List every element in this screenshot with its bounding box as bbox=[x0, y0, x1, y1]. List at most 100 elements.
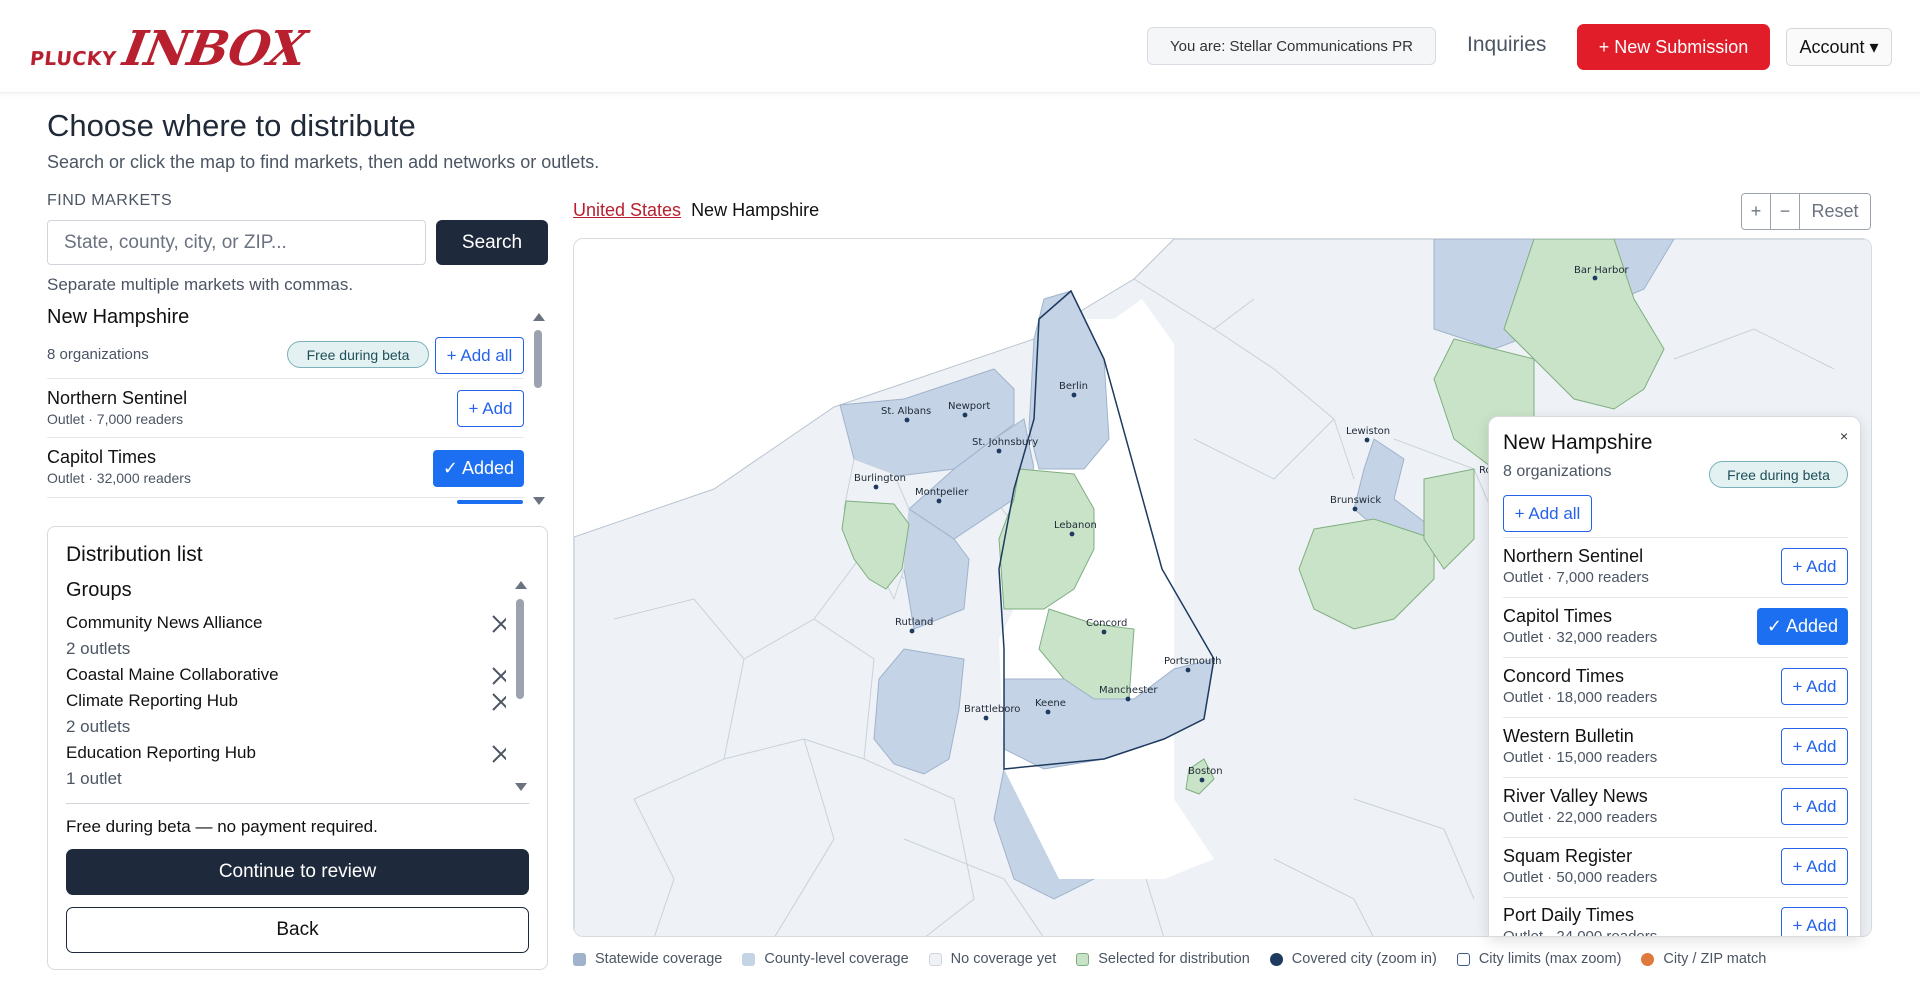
page-subtitle: Search or click the map to find markets,… bbox=[47, 152, 600, 172]
remove-group-icon[interactable] bbox=[490, 665, 506, 687]
result-state-name: New Hampshire bbox=[47, 306, 190, 328]
popup-outlet-name: Squam Register bbox=[1503, 846, 1633, 866]
legend-swatch bbox=[573, 952, 586, 966]
nav-inquiries-link[interactable]: Inquiries bbox=[1467, 33, 1546, 57]
city-label: Bar Harbor bbox=[1574, 265, 1630, 276]
free-beta-note: Free during beta — no payment required. bbox=[66, 817, 378, 836]
legend-swatch bbox=[742, 952, 756, 966]
next-row-button-peek bbox=[457, 500, 523, 504]
group-meta: 1 outlet bbox=[66, 769, 122, 788]
scroll-up-icon[interactable] bbox=[515, 581, 527, 589]
popup-outlet-meta: Outlet · 50,000 readers bbox=[1503, 869, 1658, 886]
legend-swatch bbox=[1641, 952, 1655, 966]
popup-add-button[interactable]: + Add bbox=[1781, 848, 1848, 885]
city-label: Burlington bbox=[854, 473, 906, 484]
market-popup: New Hampshire × 8 organizations Free dur… bbox=[1488, 416, 1861, 937]
add-all-button[interactable]: + Add all bbox=[435, 337, 524, 374]
popup-add-all-button[interactable]: + Add all bbox=[1503, 495, 1592, 532]
popup-close-icon[interactable]: × bbox=[1840, 428, 1848, 444]
free-beta-badge: Free during beta bbox=[287, 341, 429, 368]
city-label: St. Johnsbury bbox=[972, 437, 1038, 448]
scroll-up-icon[interactable] bbox=[533, 313, 545, 321]
popup-org-count: 8 organizations bbox=[1503, 463, 1612, 480]
legend-covered-city: Covered city (zoom in) bbox=[1269, 951, 1437, 967]
city-label: Berlin bbox=[1059, 381, 1088, 392]
popup-add-button[interactable]: + Add bbox=[1781, 728, 1848, 765]
added-capitol-times-button[interactable]: ✓ Added bbox=[433, 450, 524, 487]
legend-selected: Selected for distribution bbox=[1076, 951, 1250, 967]
back-button[interactable]: Back bbox=[66, 907, 529, 953]
group-meta: 2 outlets bbox=[66, 717, 131, 736]
city-label: Manchester bbox=[1099, 685, 1158, 696]
legend-county: County-level coverage bbox=[742, 951, 909, 967]
result-outlet-name: Capitol Times bbox=[47, 447, 157, 467]
remove-group-icon[interactable] bbox=[490, 691, 506, 713]
account-dropdown[interactable]: Account ▾ bbox=[1786, 28, 1892, 66]
result-outlet-name: Northern Sentinel bbox=[47, 388, 188, 408]
scroll-thumb[interactable] bbox=[516, 599, 524, 699]
popup-outlet-meta: Outlet · 24,000 readers bbox=[1503, 928, 1658, 937]
search-hint: Separate multiple markets with commas. bbox=[47, 275, 354, 294]
logo-big-text: INBOX bbox=[119, 21, 311, 77]
zoom-out-button[interactable]: − bbox=[1771, 194, 1800, 229]
groups-list: Community News Alliance 2 outlets Coasta… bbox=[66, 613, 506, 799]
find-markets-label: FIND MARKETS bbox=[47, 192, 173, 209]
legend-swatch bbox=[1456, 952, 1470, 966]
scroll-down-icon[interactable] bbox=[533, 497, 545, 505]
groups-scrollbar[interactable] bbox=[514, 581, 527, 791]
result-outlet-meta: Outlet · 32,000 readers bbox=[47, 470, 191, 486]
city-label: Brunswick bbox=[1330, 495, 1381, 506]
popup-added-button[interactable]: ✓ Added bbox=[1757, 608, 1848, 645]
popup-add-button[interactable]: + Add bbox=[1781, 668, 1848, 705]
legend-swatch bbox=[1076, 952, 1090, 966]
logo-small-text: PLUCKY bbox=[28, 48, 118, 70]
legend-swatch bbox=[928, 952, 942, 966]
breadcrumb-united-states[interactable]: United States bbox=[573, 200, 681, 221]
continue-to-review-button[interactable]: Continue to review bbox=[66, 849, 529, 895]
popup-free-beta-badge: Free during beta bbox=[1709, 461, 1848, 488]
page-title: Choose where to distribute bbox=[47, 108, 416, 143]
search-button[interactable]: Search bbox=[436, 220, 548, 265]
remove-group-icon[interactable] bbox=[490, 743, 506, 765]
legend-swatch bbox=[1269, 952, 1283, 966]
plucky-inbox-logo[interactable]: PLUCKY INBOX bbox=[28, 21, 310, 77]
city-label: Boston bbox=[1188, 766, 1223, 777]
popup-outlet-name: Northern Sentinel bbox=[1503, 546, 1644, 566]
map-breadcrumb: United States New Hampshire bbox=[573, 200, 819, 221]
legend-no-coverage: No coverage yet bbox=[928, 951, 1056, 967]
reset-zoom-button[interactable]: Reset bbox=[1800, 194, 1870, 229]
result-org-count: 8 organizations bbox=[47, 346, 149, 363]
remove-group-icon[interactable] bbox=[490, 613, 506, 635]
legend-city-limits: City limits (max zoom) bbox=[1456, 951, 1621, 967]
popup-outlet-meta: Outlet · 32,000 readers bbox=[1503, 629, 1658, 646]
group-name: Climate Reporting Hub bbox=[66, 691, 238, 710]
current-account-chip[interactable]: You are: Stellar Communications PR bbox=[1147, 27, 1436, 65]
map-legend: Statewide coverage County-level coverage… bbox=[573, 949, 1786, 969]
scroll-down-icon[interactable] bbox=[515, 783, 527, 791]
distribution-list-title: Distribution list bbox=[66, 543, 203, 566]
results-scrollbar[interactable] bbox=[532, 313, 545, 505]
popup-outlet-name: River Valley News bbox=[1503, 786, 1648, 806]
distribution-list-card: Distribution list Groups Community News … bbox=[47, 526, 548, 970]
city-label: Portsmouth bbox=[1164, 656, 1222, 667]
result-outlet-meta: Outlet · 7,000 readers bbox=[47, 411, 184, 427]
new-submission-button[interactable]: + New Submission bbox=[1577, 24, 1770, 70]
top-header: PLUCKY INBOX You are: Stellar Communicat… bbox=[0, 0, 1920, 93]
city-label: Concord bbox=[1086, 618, 1127, 629]
popup-add-button[interactable]: + Add bbox=[1781, 548, 1848, 585]
popup-add-button[interactable]: + Add bbox=[1781, 788, 1848, 825]
popup-outlet-name: Western Bulletin bbox=[1503, 726, 1634, 746]
scroll-thumb[interactable] bbox=[534, 330, 542, 388]
market-search-input[interactable] bbox=[47, 220, 426, 265]
city-label: St. Albans bbox=[881, 406, 931, 417]
city-label: Lewiston bbox=[1346, 426, 1390, 437]
popup-outlet-name: Port Daily Times bbox=[1503, 905, 1635, 925]
zoom-in-button[interactable]: + bbox=[1742, 194, 1771, 229]
add-northern-sentinel-button[interactable]: + Add bbox=[457, 390, 524, 427]
popup-outlet-meta: Outlet · 18,000 readers bbox=[1503, 689, 1658, 706]
map-zoom-controls: + − Reset bbox=[1741, 193, 1871, 230]
popup-add-button[interactable]: + Add bbox=[1781, 907, 1848, 936]
popup-outlet-name: Capitol Times bbox=[1503, 606, 1613, 626]
group-name: Coastal Maine Collaborative bbox=[66, 665, 279, 684]
group-name: Education Reporting Hub bbox=[66, 743, 256, 762]
